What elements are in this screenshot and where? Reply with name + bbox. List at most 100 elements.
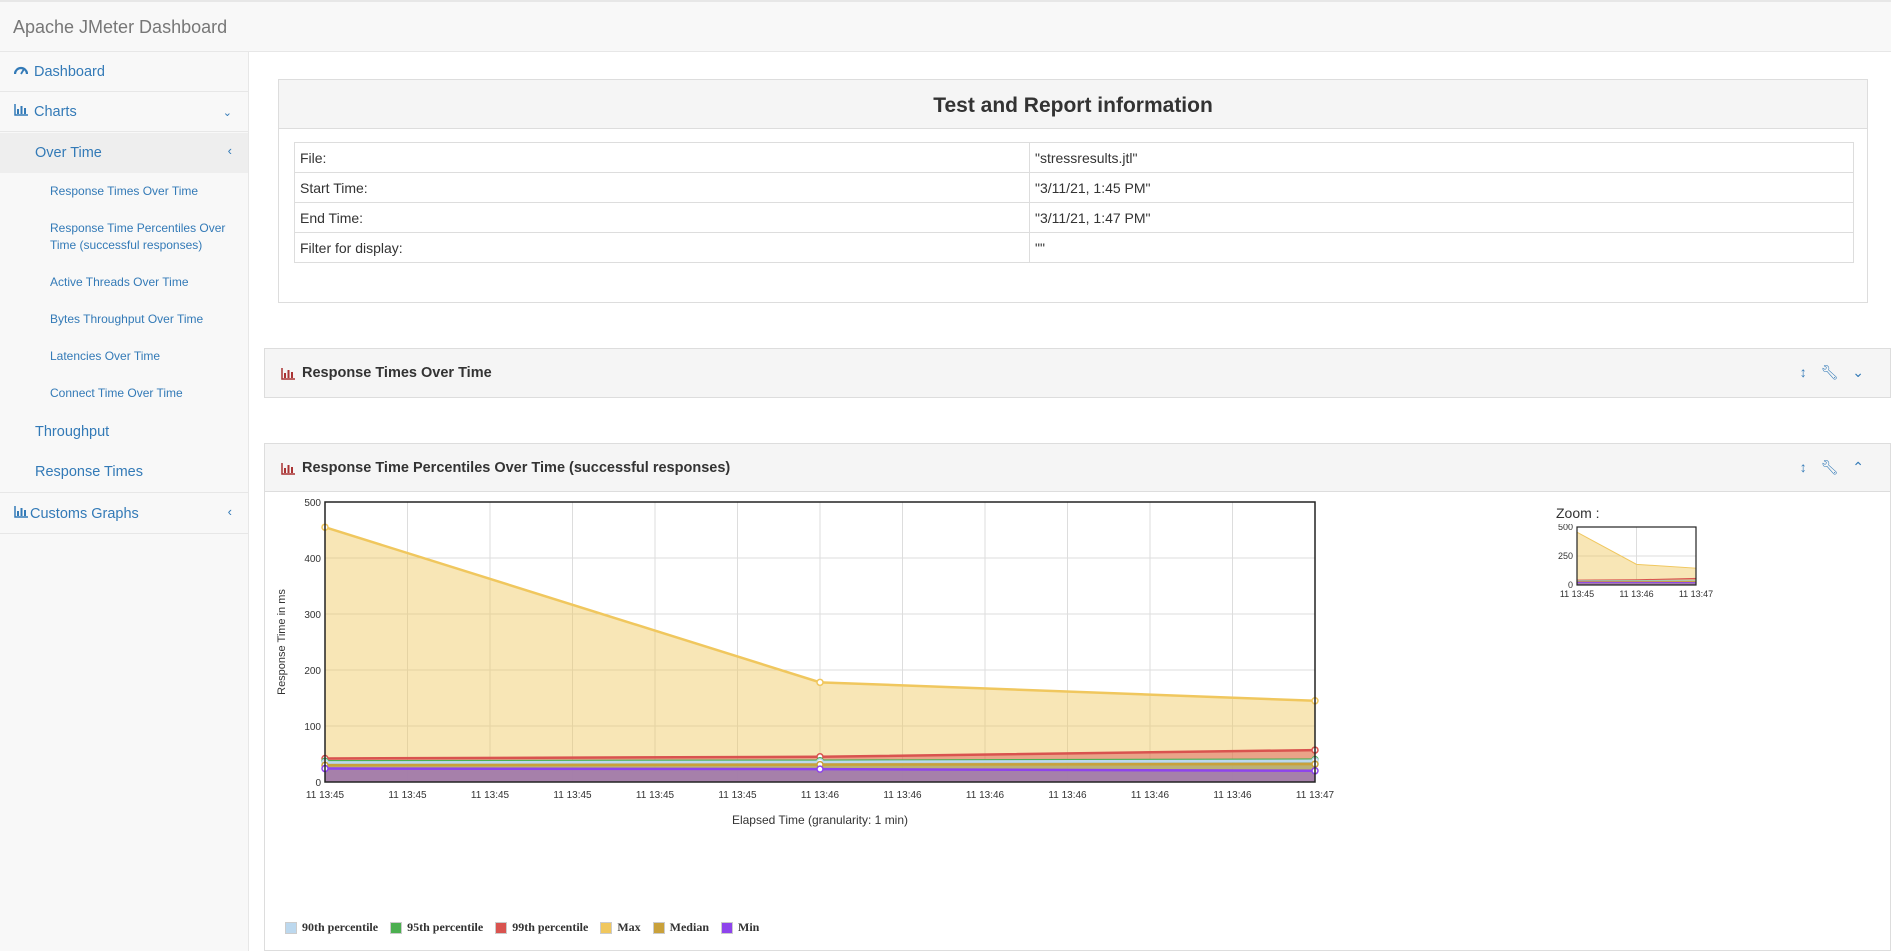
table-row: Start Time: "3/11/21, 1:45 PM" (294, 172, 1854, 203)
bar-chart-icon (14, 506, 28, 522)
zoom-chart[interactable]: 025050011 13:45 11 13:46 11 13:47 (1545, 524, 1775, 624)
sidebar-item-customs-graphs[interactable]: Customs Graphs ‹ (0, 494, 248, 534)
info-label: End Time: (294, 202, 1030, 233)
legend-item[interactable]: 90th percentile (285, 920, 378, 935)
legend-swatch (652, 922, 665, 935)
y-tick-label: 200 (304, 666, 321, 677)
legend-swatch (721, 922, 733, 935)
legend-swatch (600, 922, 613, 935)
y-tick-label: 400 (304, 554, 321, 565)
test-report-info-panel: Test and Report information File: "stres… (278, 79, 1868, 303)
zoom-x-tick-label: 11 13:46 (1619, 589, 1653, 599)
sidebar-item-label: Connect Time Over Time (50, 386, 183, 400)
data-point (816, 765, 824, 773)
panel-header[interactable]: Response Times Over Time ↕ 🔧︎ ⌄ (265, 349, 1890, 397)
chevron-up-icon[interactable]: ⌃ (1852, 459, 1864, 476)
sidebar-subitem-connect-time[interactable]: Connect Time Over Time (0, 385, 248, 402)
x-tick-label: 11 13:46 (1213, 790, 1252, 801)
y-tick-label: 300 (304, 610, 321, 621)
main-content: Test and Report information File: "stres… (249, 52, 1891, 951)
legend-item[interactable]: 99th percentile (495, 920, 588, 935)
chevron-left-icon: ‹ (227, 504, 232, 519)
legend-label: 99th percentile (512, 920, 589, 934)
sidebar-item-dashboard[interactable]: Dashboard (0, 52, 248, 92)
sidebar-subitem-response-time-percentiles[interactable]: Response Time Percentiles Over Time (suc… (0, 220, 240, 254)
legend-swatch (390, 922, 403, 935)
sidebar-item-charts[interactable]: Charts ⌄ (0, 92, 248, 132)
legend-label: Max (617, 920, 641, 934)
sidebar-item-label: Bytes Throughput Over Time (50, 312, 204, 326)
info-label: File: (294, 142, 1030, 173)
x-tick-label: 11 13:45 (388, 790, 427, 801)
x-tick-label: 11 13:45 (718, 790, 757, 801)
sidebar-item-over-time[interactable]: Over Time ‹ (0, 133, 248, 173)
chart-legend: 90th percentile 95th percentile 99th perce… (285, 920, 771, 950)
legend-item[interactable]: 95th percentile (390, 920, 483, 935)
x-tick-label: 11 13:46 (966, 790, 1005, 801)
sidebar-item-label: Active Threads Over Time (50, 275, 189, 289)
panel-title: Response Time Percentiles Over Time (suc… (302, 460, 731, 476)
legend-label: Min (738, 920, 760, 934)
legend-item[interactable]: Median (652, 920, 709, 935)
top-navbar: Apache JMeter Dashboard (0, 0, 1891, 52)
sidebar-item-label: Response Times (35, 464, 143, 480)
y-axis-label: Response Time in ms (276, 589, 288, 695)
dashboard-icon (13, 64, 29, 80)
x-tick-label: 11 13:46 (883, 790, 922, 801)
info-table: File: "stressresults.jtl" Start Time: "3… (294, 142, 1854, 263)
legend-label: 90th percentile (302, 920, 379, 934)
sidebar-item-label: Customs Graphs (30, 506, 139, 522)
chevron-down-icon: ⌄ (222, 107, 232, 119)
resize-icon[interactable]: ↕ (1800, 459, 1807, 475)
x-tick-label: 11 13:45 (306, 790, 345, 801)
legend-item[interactable]: Min (721, 920, 759, 935)
info-panel-title: Test and Report information (279, 80, 1867, 129)
sidebar-item-label: Throughput (35, 424, 110, 440)
x-tick-label: 11 13:45 (471, 790, 510, 801)
sidebar-subitem-latencies[interactable]: Latencies Over Time (0, 348, 248, 365)
resize-icon[interactable]: ↕ (1800, 364, 1807, 380)
x-tick-label: 11 13:46 (1131, 790, 1170, 801)
sidebar-subitem-response-times-over-time[interactable]: Response Times Over Time (0, 183, 248, 200)
info-value: "stressresults.jtl" (1029, 142, 1854, 173)
zoom-y-tick-label: 500 (1558, 524, 1573, 532)
app-title[interactable]: Apache JMeter Dashboard (13, 17, 227, 38)
info-value: "" (1029, 232, 1854, 263)
legend-swatch (285, 922, 297, 935)
sidebar-item-label: Response Times Over Time (50, 184, 199, 198)
panel-tools: ↕ 🔧︎ ⌄ (1790, 364, 1864, 381)
chevron-down-icon[interactable]: ⌄ (1852, 364, 1864, 381)
table-row: File: "stressresults.jtl" (294, 142, 1854, 173)
sidebar-item-throughput[interactable]: Throughput (0, 424, 248, 440)
y-tick-label: 500 (304, 498, 321, 509)
percentiles-chart[interactable]: 0 100 200 300 400 500 11 13:45 11 13:45 11 13:45… (265, 492, 1565, 902)
sidebar-subitem-active-threads[interactable]: Active Threads Over Time (0, 274, 248, 291)
panel-header[interactable]: Response Time Percentiles Over Time (suc… (265, 444, 1890, 492)
chevron-left-icon: ‹ (227, 143, 232, 158)
wrench-icon[interactable]: 🔧︎ (1821, 459, 1839, 476)
response-times-over-time-panel: Response Times Over Time ↕ 🔧︎ ⌄ (264, 348, 1891, 398)
sidebar-item-label: Over Time (35, 145, 102, 161)
zoom-x-tick-label: 11 13:45 (1560, 589, 1594, 599)
table-row: End Time: "3/11/21, 1:47 PM" (294, 202, 1854, 233)
sidebar-subitem-bytes-throughput[interactable]: Bytes Throughput Over Time (0, 311, 248, 328)
x-tick-label: 11 13:46 (1048, 790, 1087, 801)
legend-item[interactable]: Max (600, 920, 641, 935)
x-tick-label: 11 13:46 (801, 790, 840, 801)
sidebar-item-label: Response Time Percentiles Over Time (suc… (50, 221, 226, 252)
bar-chart-icon (281, 462, 295, 480)
panel-tools: ↕ 🔧︎ ⌃ (1790, 459, 1864, 476)
info-value: "3/11/21, 1:47 PM" (1029, 202, 1854, 233)
x-tick-label: 11 13:45 (553, 790, 592, 801)
info-value: "3/11/21, 1:45 PM" (1029, 172, 1854, 203)
sidebar-item-response-times[interactable]: Response Times (0, 464, 248, 493)
wrench-icon[interactable]: 🔧︎ (1821, 364, 1839, 381)
table-row: Filter for display: "" (294, 232, 1854, 263)
y-tick-label: 0 (315, 778, 321, 789)
bar-chart-icon (14, 104, 28, 120)
sidebar-item-label: Latencies Over Time (50, 349, 161, 363)
zoom-x-tick-label: 11 13:47 (1679, 589, 1713, 599)
info-label: Filter for display: (294, 232, 1030, 263)
sidebar: Dashboard Charts ⌄ Over Time ‹ Response … (0, 52, 249, 951)
x-tick-label: 11 13:47 (1296, 790, 1335, 801)
